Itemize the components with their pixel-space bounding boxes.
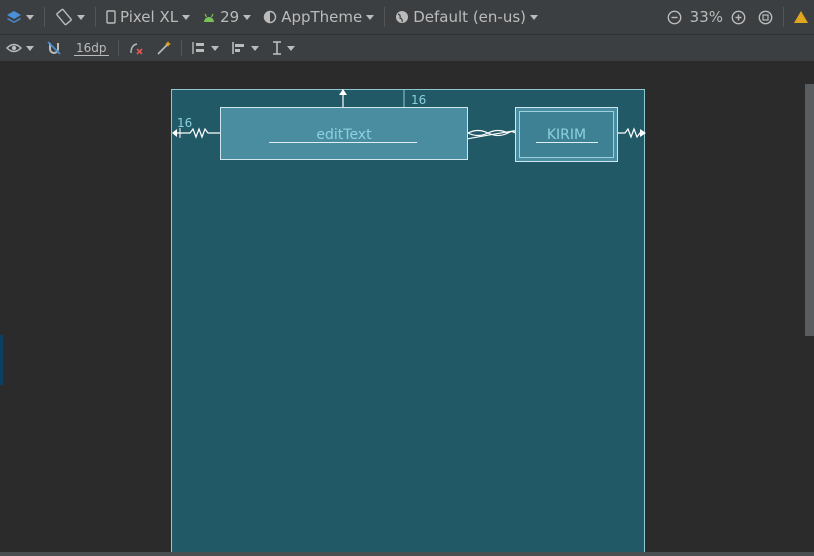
horizontal-scrollbar[interactable] <box>0 552 814 556</box>
constraint-overlay <box>172 89 646 153</box>
edit-text-label: editText <box>316 127 372 143</box>
left-constraint-spring <box>175 127 220 139</box>
top-margin-label: 16 <box>411 93 427 107</box>
left-margin-label: 16 <box>177 116 193 130</box>
vertical-scrollbar[interactable] <box>805 84 814 336</box>
edit-text-widget[interactable]: editText <box>220 107 468 160</box>
edit-text-baseline <box>269 142 417 143</box>
button-baseline <box>536 142 598 143</box>
kirim-button-label: KIRIM <box>546 127 587 143</box>
right-constraint-arrow <box>640 129 646 137</box>
left-constraint-arrow <box>172 129 177 137</box>
kirim-button-widget[interactable]: KIRIM <box>515 107 618 162</box>
top-constraint-arrow <box>339 89 347 95</box>
